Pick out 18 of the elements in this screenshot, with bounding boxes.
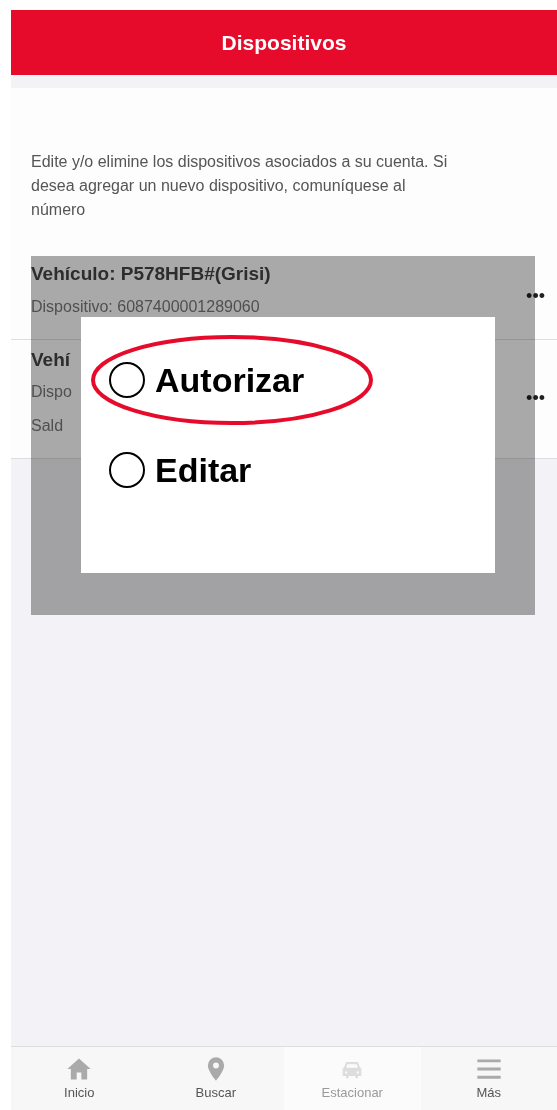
vehicle-title: Vehí (31, 347, 72, 372)
device-detail: Dispo (31, 382, 72, 402)
device-detail: Dispositivo: 6087400001289060 (31, 296, 261, 317)
tab-label: Estacionar (321, 1084, 383, 1102)
tab-label: Más (476, 1084, 502, 1102)
more-options-icon[interactable]: ••• (526, 385, 545, 413)
radio-option[interactable]: Autorizar (91, 335, 373, 425)
header-title: Dispositivos (11, 10, 557, 75)
tab-label: Inicio (64, 1084, 95, 1102)
tab-label: Buscar (195, 1084, 236, 1102)
tab-item[interactable]: Inicio (11, 1047, 148, 1110)
tab-item[interactable]: Más (420, 1047, 557, 1110)
vehicle-title: Vehículo: P578HFB#(Grisi) (31, 262, 271, 286)
tab-item[interactable]: Buscar (147, 1047, 284, 1110)
radio-option[interactable]: Editar (91, 425, 373, 515)
more-options-icon[interactable]: ••• (526, 282, 545, 310)
intro-text: Edite y/o elimine los dispositivos asociados a su cuenta. Si desea agregar un nuevo dispositivo, comuníquese al número (30, 152, 449, 220)
device-detail: Sald (31, 416, 65, 436)
